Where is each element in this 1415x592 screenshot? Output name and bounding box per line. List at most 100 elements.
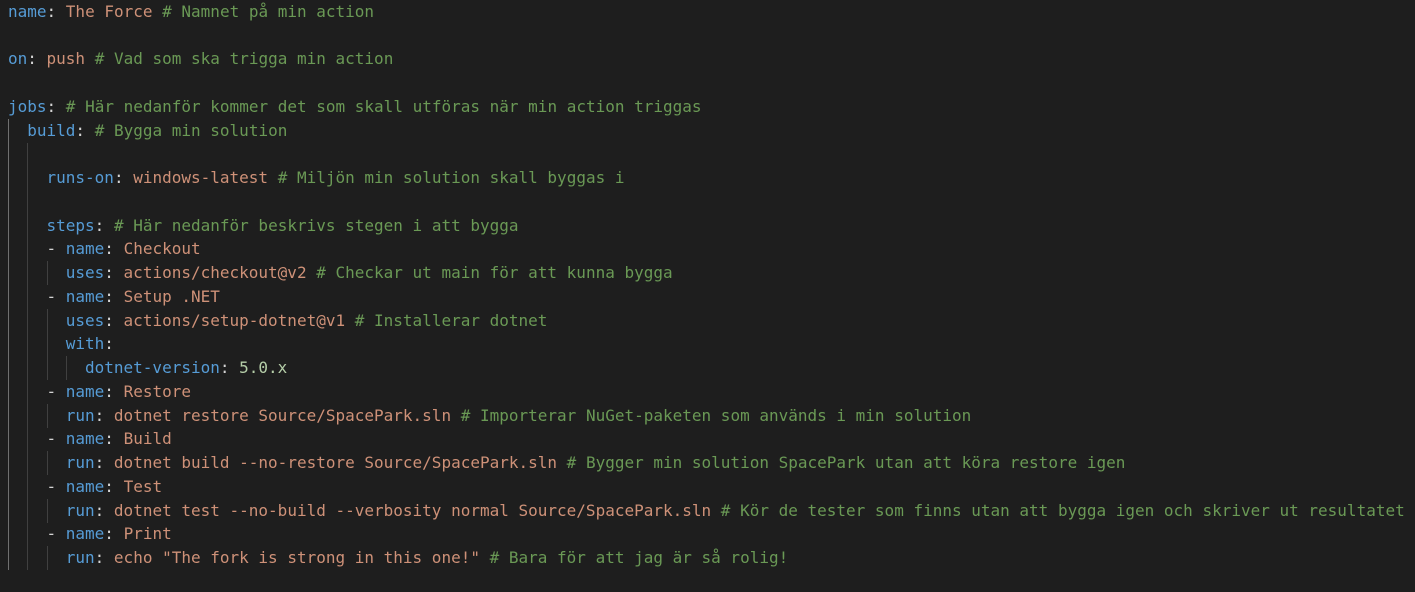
indent-guide xyxy=(46,546,66,570)
indent-guide xyxy=(27,143,28,167)
yaml-value: dotnet test --no-build --verbosity norma… xyxy=(113,501,712,520)
yaml-comment: # Bygger min solution SpacePark utan att… xyxy=(566,453,1126,472)
code-line: - name: Print xyxy=(8,522,172,546)
code-line: - name: Setup .NET xyxy=(8,285,220,309)
indent-guide xyxy=(8,546,27,570)
indent-guide xyxy=(8,332,27,356)
yaml-value: Restore xyxy=(123,382,191,401)
indent-guide xyxy=(8,190,9,214)
indent-guide xyxy=(8,427,27,451)
yaml-key: run xyxy=(65,406,95,425)
indent-guide xyxy=(65,356,85,380)
indent-guide xyxy=(8,261,27,285)
code-line: - name: Build xyxy=(8,427,172,451)
yaml-key: run xyxy=(65,548,95,567)
yaml-value: Setup .NET xyxy=(123,287,220,306)
indent-guide xyxy=(27,475,46,499)
indent-guide xyxy=(8,237,27,261)
code-line: uses: actions/checkout@v2 # Checkar ut m… xyxy=(8,261,673,285)
code-line: - name: Test xyxy=(8,475,162,499)
yaml-value: The Force xyxy=(65,2,153,21)
indent-guide xyxy=(8,451,27,475)
indent-guide xyxy=(27,404,46,428)
indent-guide xyxy=(46,309,66,333)
yaml-comment: # Här nedanför beskrivs stegen i att byg… xyxy=(113,216,519,235)
code-line: - name: Restore xyxy=(8,380,191,404)
yaml-key: steps xyxy=(46,216,95,235)
yaml-value: Test xyxy=(123,477,163,496)
yaml-key: on xyxy=(8,49,28,68)
yaml-key: runs-on xyxy=(46,168,114,187)
yaml-key: jobs xyxy=(8,97,47,116)
yaml-comment: # Här nedanför kommer det som skall utfö… xyxy=(65,97,702,116)
yaml-value: windows-latest xyxy=(133,168,269,187)
yaml-comment: # Vad som ska trigga min action xyxy=(94,49,394,68)
yaml-comment: # Kör de tester som finns utan att bygga… xyxy=(720,501,1405,520)
indent-guide xyxy=(8,143,9,167)
indent-guide xyxy=(27,499,46,523)
indent-guide xyxy=(27,190,28,214)
code-line: dotnet-version: 5.0.x xyxy=(8,356,287,380)
yaml-value: echo "The fork is strong in this one!" xyxy=(113,548,480,567)
indent-guide xyxy=(27,285,46,309)
yaml-key: name xyxy=(65,239,105,258)
indent-guide xyxy=(8,309,27,333)
yaml-key: run xyxy=(65,501,95,520)
indent-guide xyxy=(8,522,27,546)
indent-guide xyxy=(46,356,66,380)
indent-guide xyxy=(8,380,27,404)
code-line: uses: actions/setup-dotnet@v1 # Installe… xyxy=(8,309,547,333)
code-line: build: # Bygga min solution xyxy=(8,119,287,143)
yaml-key: name xyxy=(8,2,47,21)
code-line: steps: # Här nedanför beskrivs stegen i … xyxy=(8,214,519,238)
yaml-key: name xyxy=(65,524,105,543)
code-line: jobs: # Här nedanför kommer det som skal… xyxy=(8,97,702,116)
indent-guide xyxy=(27,380,46,404)
indent-guide xyxy=(27,166,46,190)
yaml-key: name xyxy=(65,429,105,448)
indent-guide xyxy=(27,546,46,570)
indent-guide xyxy=(27,332,46,356)
code-line: name: The Force # Namnet på min action xyxy=(8,2,375,21)
yaml-value: 5.0.x xyxy=(239,358,288,377)
indent-guide xyxy=(27,237,46,261)
yaml-key: build xyxy=(27,121,76,140)
yaml-comment: # Namnet på min action xyxy=(162,2,375,21)
yaml-value: Print xyxy=(123,524,172,543)
yaml-key: name xyxy=(65,477,105,496)
yaml-value: actions/checkout@v2 xyxy=(123,263,307,282)
indent-guide xyxy=(46,451,66,475)
yaml-value: push xyxy=(46,49,86,68)
indent-guide xyxy=(46,404,66,428)
indent-guide xyxy=(27,214,46,238)
code-line: run: dotnet build --no-restore Source/Sp… xyxy=(8,451,1125,475)
yaml-value: actions/setup-dotnet@v1 xyxy=(123,311,346,330)
yaml-key: dotnet-version xyxy=(85,358,220,377)
indent-guide xyxy=(46,499,66,523)
code-line: - name: Checkout xyxy=(8,237,201,261)
code-line: run: dotnet test --no-build --verbosity … xyxy=(8,499,1405,523)
indent-guide xyxy=(27,261,46,285)
indent-guide xyxy=(46,332,66,356)
yaml-comment: # Installerar dotnet xyxy=(354,311,548,330)
yaml-value: dotnet restore Source/SpacePark.sln xyxy=(113,406,452,425)
indent-guide xyxy=(8,119,27,143)
indent-guide xyxy=(27,427,46,451)
code-editor[interactable]: name: The Force # Namnet på min action o… xyxy=(0,0,1415,592)
yaml-key: name xyxy=(65,287,105,306)
code-line: on: push # Vad som ska trigga min action xyxy=(8,49,394,68)
indent-guide xyxy=(8,166,27,190)
indent-guide xyxy=(8,356,27,380)
code-line: with: xyxy=(8,332,114,356)
yaml-comment: # Bara för att jag är så rolig! xyxy=(489,548,789,567)
code-line: runs-on: windows-latest # Miljön min sol… xyxy=(8,166,624,190)
yaml-value: Build xyxy=(123,429,172,448)
indent-guide xyxy=(27,309,46,333)
indent-guide xyxy=(27,356,46,380)
yaml-key: name xyxy=(65,382,105,401)
indent-guide xyxy=(8,285,27,309)
indent-guide xyxy=(8,404,27,428)
code-line: run: echo "The fork is strong in this on… xyxy=(8,546,788,570)
yaml-key: with xyxy=(65,334,105,353)
indent-guide xyxy=(8,214,27,238)
